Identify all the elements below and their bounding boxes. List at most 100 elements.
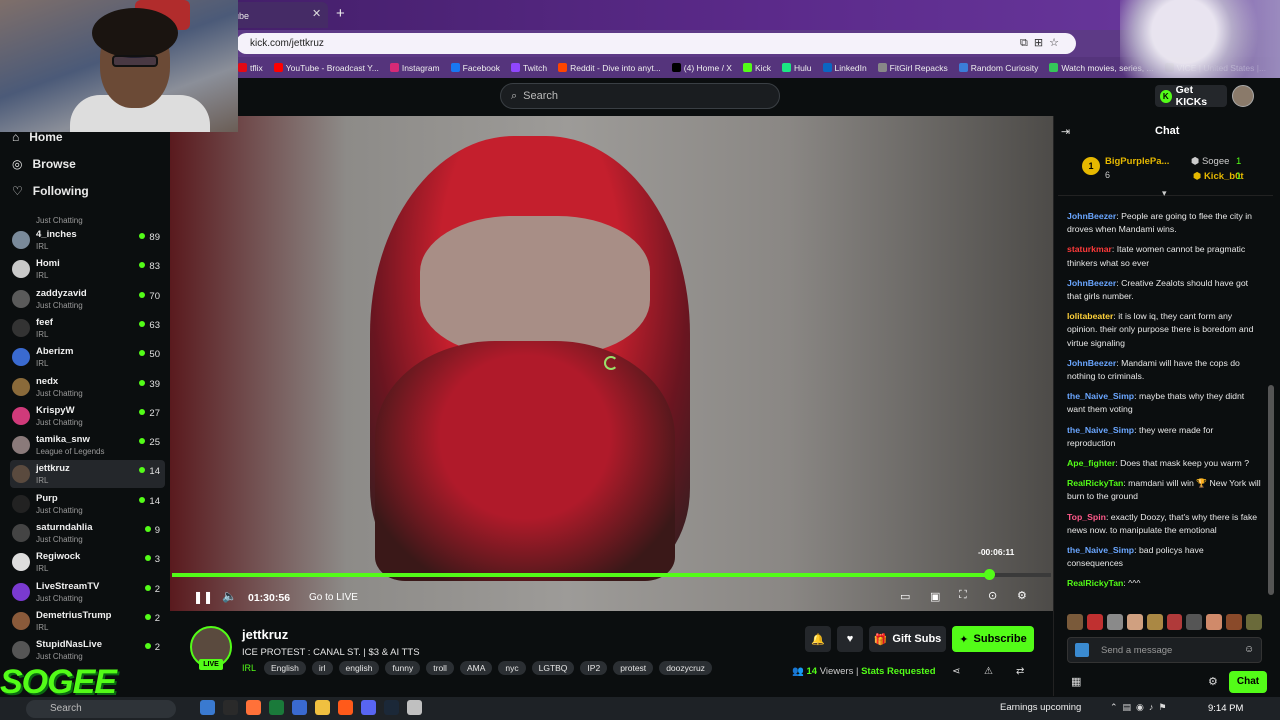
stream-tag[interactable]: AMA xyxy=(459,661,493,675)
chat-settings-icon[interactable]: ⚙ xyxy=(1208,675,1218,688)
taskbar-app-icon[interactable] xyxy=(384,700,399,715)
pause-icon[interactable]: ❚❚ xyxy=(193,590,213,604)
sidebar-channel-feef[interactable]: feef IRL 63 xyxy=(10,314,165,342)
sidebar-channel-tamika_snw[interactable]: tamika_snw League of Legends 25 xyxy=(10,431,165,459)
clip-icon[interactable]: ▭ xyxy=(900,590,910,603)
fullscreen-icon[interactable]: ⛶ xyxy=(959,589,967,602)
follow-heart-button[interactable]: ♥ xyxy=(837,626,863,652)
chat-username[interactable]: RealRickyTan xyxy=(1067,478,1123,488)
bookmark-item[interactable]: YouTube - Broadcast Y... xyxy=(273,63,379,73)
chat-username[interactable]: Ape_fighter xyxy=(1067,458,1115,468)
sidebar-channel-homi[interactable]: Homi IRL 83 xyxy=(10,255,165,283)
stream-tag[interactable]: irl xyxy=(311,661,333,675)
go-live-button[interactable]: Go to LIVE xyxy=(309,592,358,603)
emote-icon[interactable] xyxy=(1226,614,1243,630)
emoji-picker-icon[interactable]: ☺ xyxy=(1244,644,1254,655)
emote-icon[interactable] xyxy=(1206,614,1223,630)
taskbar-app-icon[interactable] xyxy=(246,700,261,715)
sidebar-channel-purp[interactable]: Purp Just Chatting 14 xyxy=(10,490,165,518)
playback-speed-icon[interactable]: ⊙ xyxy=(988,589,997,602)
emote-icon[interactable] xyxy=(1166,614,1183,630)
bookmark-item[interactable]: Twitch xyxy=(510,63,547,73)
stream-tag[interactable]: protest xyxy=(613,661,654,675)
sidebar-channel-krispyw[interactable]: KrispyW Just Chatting 27 xyxy=(10,402,165,430)
volume-icon[interactable]: 🔈 xyxy=(222,589,237,603)
chat-send-button[interactable]: Chat xyxy=(1229,671,1267,693)
user-avatar[interactable] xyxy=(1232,85,1254,107)
stream-tag[interactable]: English xyxy=(264,661,306,675)
get-kicks-button[interactable]: K Get KICKs xyxy=(1155,84,1227,108)
bookmark-item[interactable]: Kick xyxy=(742,63,771,73)
sidebar-channel-nedx[interactable]: nedx Just Chatting 39 xyxy=(10,373,165,401)
taskbar-app-icon[interactable] xyxy=(200,700,215,715)
taskbar-app-icon[interactable] xyxy=(315,700,330,715)
report-icon[interactable]: ⚠ xyxy=(984,666,993,677)
bookmark-item[interactable]: FitGirl Repacks xyxy=(877,63,948,73)
chat-username[interactable]: RealRickyTan xyxy=(1067,578,1123,588)
emote-icon[interactable] xyxy=(1146,614,1163,630)
sidebar-channel-stupidnaslive[interactable]: StupidNasLive Just Chatting 2 xyxy=(10,636,165,664)
emote-icon[interactable] xyxy=(1067,614,1083,630)
close-tab-icon[interactable]: ✕ xyxy=(312,7,321,20)
collapse-chat-icon[interactable]: ⇥ xyxy=(1061,125,1070,138)
bookmark-item[interactable]: LinkedIn xyxy=(822,63,867,73)
notification-bell-button[interactable]: 🔔 xyxy=(805,626,831,652)
emote-icon[interactable] xyxy=(1186,614,1203,630)
chat-username[interactable]: the_Naive_Simp xyxy=(1067,425,1134,435)
chat-message-input[interactable]: Send a message xyxy=(1067,637,1262,663)
top-gifter-name[interactable]: BigPurplePa... xyxy=(1105,156,1169,167)
chat-username[interactable]: lolitabeater xyxy=(1067,311,1113,321)
url-actions-icons[interactable]: ⧉⊞☆ xyxy=(1020,36,1065,50)
sidebar-channel-regiwock[interactable]: Regiwock IRL 3 xyxy=(10,548,165,576)
taskbar-app-icon[interactable] xyxy=(338,700,353,715)
bookmark-item[interactable]: (4) Home / X xyxy=(671,63,732,73)
bookmark-item[interactable]: Random Curiosity xyxy=(958,63,1038,73)
nav-following[interactable]: ♡ Following xyxy=(12,184,89,198)
share-icon[interactable]: ⋖ xyxy=(952,666,960,677)
sidebar-channel-zaddyzavid[interactable]: zaddyzavid Just Chatting 70 xyxy=(10,285,165,313)
sidebar-channel-saturndahlia[interactable]: saturndahlia Just Chatting 9 xyxy=(10,519,165,547)
bookmark-item[interactable]: tflix xyxy=(238,63,263,73)
nav-home[interactable]: ⌂ Home xyxy=(12,130,63,144)
stream-tag[interactable]: english xyxy=(338,661,380,675)
expand-leaderboard-icon[interactable]: ▾ xyxy=(1162,188,1167,199)
taskbar-app-icon[interactable] xyxy=(361,700,376,715)
taskbar-app-icon[interactable] xyxy=(269,700,284,715)
nav-browse[interactable]: ◎ Browse xyxy=(12,157,76,171)
sidebar-channel-demetriustrump[interactable]: DemetriusTrump IRL 2 xyxy=(10,607,165,635)
chat-username[interactable]: JohnBeezer xyxy=(1067,358,1116,368)
taskbar-app-icon[interactable] xyxy=(292,700,307,715)
theater-mode-icon[interactable]: ▣ xyxy=(930,590,940,603)
emote-icon[interactable] xyxy=(1106,614,1123,630)
taskbar-app-icon[interactable] xyxy=(407,700,422,715)
sidebar-channel-livestreamtv[interactable]: LiveStreamTV Just Chatting 2 xyxy=(10,578,165,606)
chat-username[interactable]: the_Naive_Simp xyxy=(1067,391,1134,401)
taskbar-search[interactable]: Search xyxy=(26,700,176,718)
category-link[interactable]: IRL xyxy=(242,663,256,673)
stream-tag[interactable]: LGTBQ xyxy=(531,661,575,675)
sidebar-channel-4_inches[interactable]: 4_inches IRL 89 xyxy=(10,226,165,254)
chat-username[interactable]: JohnBeezer xyxy=(1067,278,1116,288)
bookmark-item[interactable]: Facebook xyxy=(450,63,500,73)
sidebar-channel-aberizm[interactable]: Aberizm IRL 50 xyxy=(10,343,165,371)
bookmark-item[interactable]: Instagram xyxy=(389,63,440,73)
subscribe-button[interactable]: ✦ Subscribe xyxy=(952,626,1034,652)
gift-store-icon[interactable]: ▦ xyxy=(1071,675,1081,688)
chat-username[interactable]: Top_Spin xyxy=(1067,512,1106,522)
taskbar-clock[interactable]: 9:14 PM xyxy=(1208,703,1243,714)
emote-icon[interactable] xyxy=(1086,614,1103,630)
stream-tag[interactable]: funny xyxy=(385,661,421,675)
gifter-sogee[interactable]: ⬢ Sogee xyxy=(1191,156,1229,167)
chat-username[interactable]: the_Naive_Simp xyxy=(1067,545,1134,555)
more-icon[interactable]: ⇄ xyxy=(1016,666,1024,677)
url-field[interactable]: kick.com/jettkruz xyxy=(236,33,1076,54)
gift-subs-button[interactable]: 🎁 Gift Subs xyxy=(869,626,946,652)
streamer-name[interactable]: jettkruz xyxy=(242,627,288,642)
emote-icon[interactable] xyxy=(1126,614,1143,630)
bookmark-item[interactable]: Hulu xyxy=(782,63,812,73)
chat-username[interactable]: staturkmar xyxy=(1067,244,1112,254)
emote-icon[interactable] xyxy=(1246,614,1263,630)
taskbar-app-icon[interactable] xyxy=(223,700,238,715)
taskbar-news-widget[interactable]: Earnings upcoming xyxy=(1000,702,1081,713)
stream-tag[interactable]: troll xyxy=(426,661,454,675)
